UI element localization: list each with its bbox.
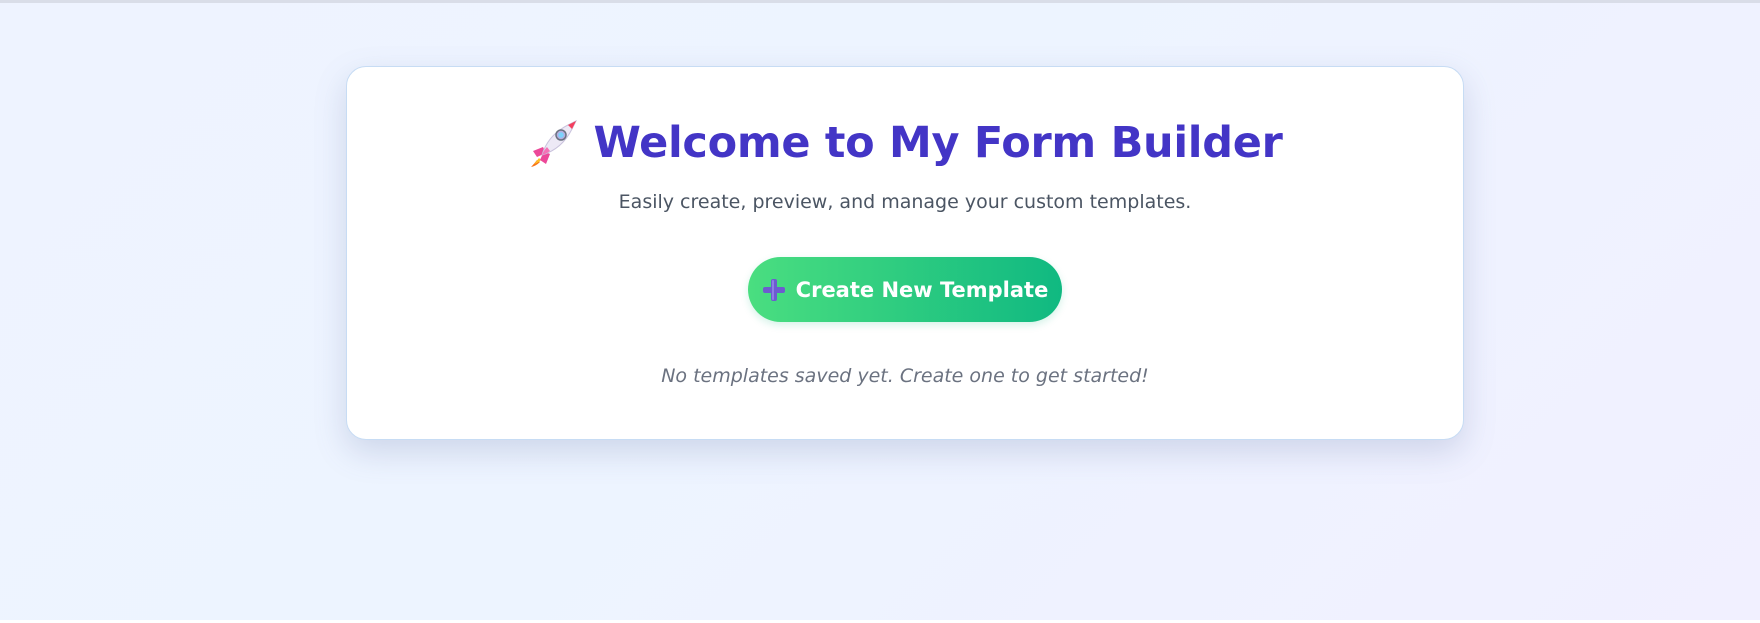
welcome-card: Welcome to My Form Builder Easily create… — [346, 66, 1464, 440]
title-row: Welcome to My Form Builder — [347, 115, 1463, 171]
plus-icon — [762, 278, 785, 301]
empty-templates-message: No templates saved yet. Create one to ge… — [661, 365, 1149, 387]
top-divider — [0, 0, 1760, 3]
page-title: Welcome to My Form Builder — [593, 118, 1283, 168]
create-template-label: Create New Template — [795, 277, 1049, 302]
page-subtitle: Easily create, preview, and manage your … — [618, 191, 1192, 213]
rocket-icon — [530, 119, 577, 167]
create-template-button[interactable]: Create New Template — [748, 257, 1062, 322]
